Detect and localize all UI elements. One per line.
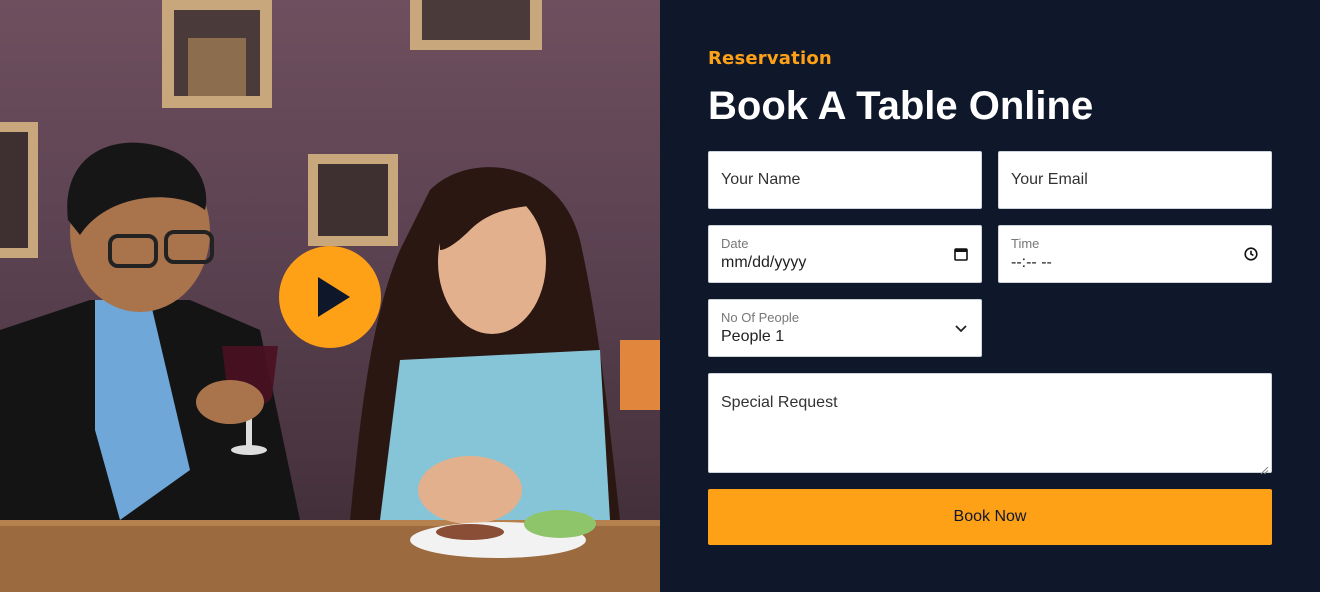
people-label: No Of People <box>721 310 800 325</box>
chevron-down-icon <box>953 320 969 336</box>
page-title: Book A Table Online <box>708 84 1094 128</box>
section-eyebrow: Reservation <box>708 48 832 69</box>
people-value: People 1 <box>721 328 785 345</box>
resize-grip-icon[interactable] <box>1259 460 1269 475</box>
booking-form: Your Name Your Email Date mm/dd/yyyy Tim… <box>708 151 1272 545</box>
date-label: Date <box>721 236 749 251</box>
booking-form-panel: Reservation Book A Table Online Your Nam… <box>660 0 1320 592</box>
name-field[interactable]: Your Name <box>708 151 982 209</box>
reservation-section: Reservation Book A Table Online Your Nam… <box>0 0 1320 592</box>
play-icon <box>318 277 350 317</box>
email-field[interactable]: Your Email <box>998 151 1272 209</box>
email-placeholder: Your Email <box>1011 171 1088 188</box>
people-select[interactable]: No Of People People 1 <box>708 299 982 357</box>
special-request-field[interactable]: Special Request <box>708 373 1272 475</box>
calendar-icon[interactable] <box>953 246 969 262</box>
time-field[interactable]: Time --:-- -- <box>998 225 1272 283</box>
date-value: mm/dd/yyyy <box>721 254 807 271</box>
special-request-placeholder: Special Request <box>721 394 838 411</box>
time-value: --:-- -- <box>1011 254 1052 271</box>
restaurant-photo <box>0 0 660 592</box>
clock-icon[interactable] <box>1243 246 1259 262</box>
name-placeholder: Your Name <box>721 171 801 188</box>
date-field[interactable]: Date mm/dd/yyyy <box>708 225 982 283</box>
book-now-button[interactable]: Book Now <box>708 489 1272 545</box>
grid-spacer <box>998 299 1272 357</box>
time-label: Time <box>1011 236 1040 251</box>
play-video-button[interactable] <box>279 246 381 348</box>
